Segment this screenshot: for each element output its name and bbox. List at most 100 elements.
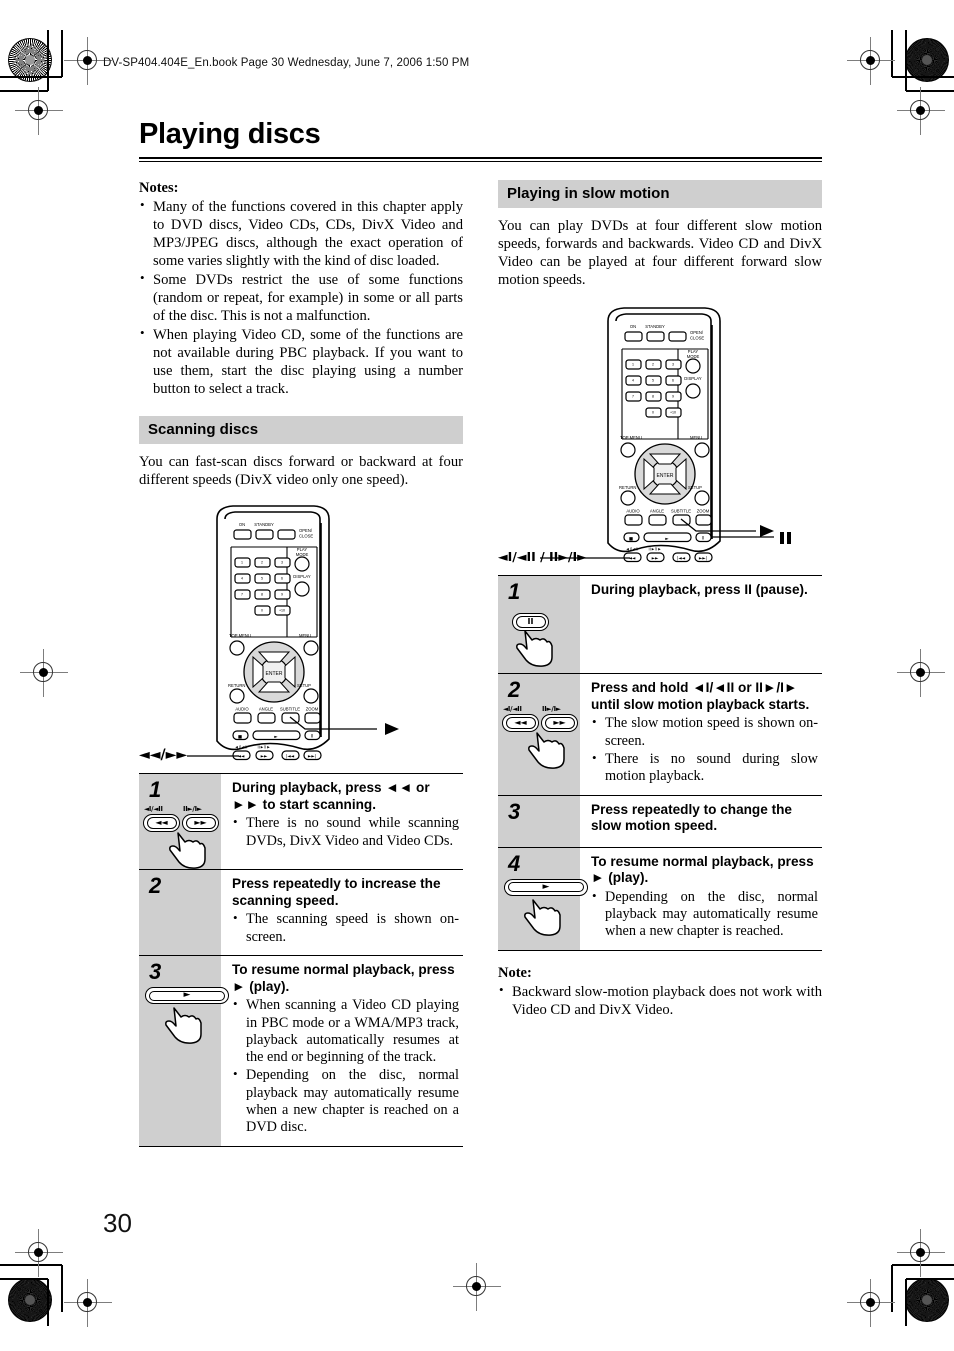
svg-text:STANDBY: STANDBY (254, 522, 274, 527)
svg-text:+10: +10 (670, 411, 676, 415)
section-heading-playing-in-slow-motion: Playing in slow motion (498, 180, 822, 208)
svg-text:2: 2 (652, 363, 654, 367)
svg-text:6: 6 (281, 577, 283, 581)
step-number-cell: 1 II (498, 576, 580, 674)
list-item: When scanning a Video CD playing in PBC … (232, 996, 459, 1066)
svg-text:CLOSE: CLOSE (690, 336, 704, 341)
svg-text:DISPLAY: DISPLAY (293, 574, 311, 579)
page-number: 30 (103, 1208, 132, 1238)
pointing-hand-icon (520, 892, 566, 938)
svg-text:ZOOM: ZOOM (306, 707, 319, 712)
registration-crosshair-right-mid (897, 649, 945, 697)
registration-starburst-bottom-left (8, 1278, 52, 1322)
svg-text:5: 5 (261, 577, 263, 581)
step-row: 1 ◄I/◄II II►/I► ◄◄ ►► During playback, p… (139, 774, 463, 871)
step-text-cell: Press repeatedly to change the slow moti… (580, 796, 822, 847)
step-heading: Press repeatedly to increase the scannin… (232, 876, 441, 908)
step-number: 1 (508, 579, 521, 605)
svg-text:SUBTITLE: SUBTITLE (280, 707, 300, 712)
right-column: Playing in slow motion You can play DVDs… (498, 180, 822, 1020)
play-glyph-wrap: ► (508, 882, 584, 893)
page-title: Playing discs (139, 118, 321, 150)
remote-illustration-scanning: ENTER 1 2 3 4 5 6 7 8 9 0 +10 ON STANDBY… (139, 501, 463, 773)
step-button-graphic: ◄I/◄II II►/I► ◄◄ ►► (498, 703, 580, 770)
crop-mark-bl-v (61, 1265, 63, 1312)
remote-control-svg: ENTER 1 2 3 4 5 6 7 8 9 0 +10 ON STANDBY… (540, 307, 791, 563)
svg-text:TOP MENU: TOP MENU (229, 633, 251, 638)
svg-text:ENTER: ENTER (657, 473, 674, 479)
registration-crosshair-left-mid (20, 649, 68, 697)
svg-text:◄◄: ◄◄ (238, 755, 245, 760)
step-bullets: When scanning a Video CD playing in PBC … (232, 996, 459, 1136)
svg-text:DISPLAY: DISPLAY (684, 376, 702, 381)
svg-text:■: ■ (238, 735, 242, 740)
svg-text:SETUP: SETUP (297, 683, 311, 688)
svg-text:RETURN: RETURN (619, 485, 636, 490)
play-arrow-callout-glyph (760, 525, 774, 538)
svg-text:7: 7 (632, 395, 634, 399)
crop-mark-br-h2 (906, 1278, 954, 1280)
step-number: 1 (149, 777, 162, 803)
step-bullets: The scanning speed is shown on-screen. (232, 910, 459, 946)
button-label-fwd: II►/I► (183, 805, 202, 814)
svg-text:ANGLE: ANGLE (259, 707, 273, 712)
svg-text:ANGLE: ANGLE (650, 509, 664, 514)
step-heading: During playback, press II (pause). (591, 582, 808, 598)
list-item: There is no sound while scanning DVDs, D… (232, 814, 459, 850)
step-button-graphic: ◄I/◄II II►/I► ◄◄ ►► (139, 803, 221, 870)
svg-text:►►: ►► (261, 755, 268, 760)
svg-text:1: 1 (241, 561, 243, 565)
svg-text:STANDBY: STANDBY (645, 324, 665, 329)
crop-mark-bl-h2 (0, 1278, 48, 1280)
svg-text:MENU: MENU (299, 633, 311, 638)
svg-text:OPEN/: OPEN/ (690, 330, 704, 335)
step-row: 2 ◄I/◄II II►/I► ◄◄ ►► Press and hold ◄I/… (498, 674, 822, 796)
svg-text:6: 6 (672, 379, 674, 383)
svg-text:4: 4 (241, 577, 243, 581)
svg-text:ENTER: ENTER (266, 671, 283, 677)
svg-text:3: 3 (672, 363, 674, 367)
registration-crosshair-top-left-2 (15, 87, 63, 135)
svg-text:MODE: MODE (296, 552, 309, 557)
svg-text:II►/I►: II►/I► (258, 745, 271, 750)
svg-text:AUDIO: AUDIO (626, 509, 640, 514)
step-heading: Press and hold ◄I/◄II or II►/I► until sl… (591, 680, 810, 712)
svg-text:3: 3 (281, 561, 283, 565)
svg-text:RETURN: RETURN (228, 683, 245, 688)
crop-mark-br-v (891, 1265, 893, 1312)
svg-text:0: 0 (261, 609, 263, 613)
list-item: Some DVDs restrict the use of some funct… (139, 270, 463, 325)
step-heading: Press repeatedly to change the slow moti… (591, 801, 792, 834)
steps-table-slow-motion: 1 II During playback, press II (pause). … (498, 575, 822, 951)
slow-motion-intro-text: You can play DVDs at four different slow… (498, 218, 822, 289)
remote-illustration-slow-motion: ENTER 1 2 3 4 5 6 7 8 9 0 +10 ON STANDBY… (498, 303, 822, 575)
svg-text:8: 8 (261, 593, 263, 597)
page-content: Playing discs Notes: Many of the functio… (139, 118, 822, 1215)
step-heading: To resume normal playback, press ► (play… (232, 962, 455, 994)
registration-crosshair-top-right-2 (897, 87, 945, 135)
registration-crosshair-bottom-center (453, 1263, 501, 1311)
step-number: 4 (508, 850, 521, 876)
button-label-rev: ◄I/◄II (144, 805, 163, 814)
svg-text:OPEN/: OPEN/ (299, 528, 313, 533)
step-number-cell: 4 ► (498, 847, 588, 950)
steps-table-scanning: 1 ◄I/◄II II►/I► ◄◄ ►► During playback, p… (139, 773, 463, 1147)
step-bullets: Depending on the disc, normal playback m… (591, 888, 818, 941)
svg-text:5: 5 (652, 379, 654, 383)
crop-mark-br-v2 (905, 1279, 907, 1326)
step-text-cell: During playback, press II (pause). (580, 576, 822, 673)
crop-mark-bl-v2 (47, 1279, 49, 1326)
step-number: 3 (149, 959, 162, 985)
step-text-cell: During playback, press ◄◄ or ►► to start… (221, 774, 463, 869)
svg-text:►►|: ►►| (699, 556, 707, 562)
svg-text:4: 4 (632, 379, 634, 383)
step-number: 2 (508, 677, 521, 703)
crop-mark-tr-h (892, 76, 954, 78)
svg-text:TOP MENU: TOP MENU (620, 435, 642, 440)
step-number-cell: 3 (498, 795, 580, 847)
svg-text:■: ■ (629, 537, 633, 542)
registration-crosshair-top-left (64, 37, 112, 85)
scanning-intro-text: You can fast-scan discs forward or backw… (139, 454, 463, 489)
svg-text:MENU: MENU (690, 435, 702, 440)
registration-crosshair-top-right (847, 37, 895, 85)
